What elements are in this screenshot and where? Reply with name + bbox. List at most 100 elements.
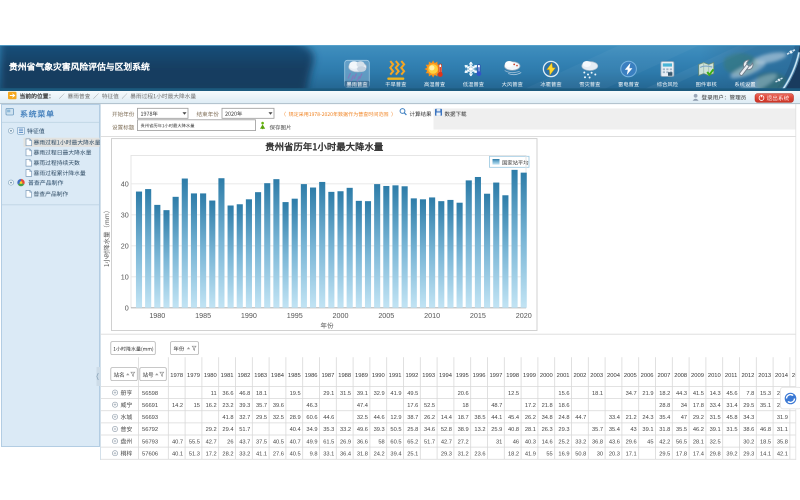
svg-text:34.7: 34.7 xyxy=(626,391,637,397)
svg-text:50.5: 50.5 xyxy=(390,427,401,433)
svg-text:2009: 2009 xyxy=(691,373,704,379)
svg-text:7.8: 7.8 xyxy=(746,391,754,397)
svg-text:16.2: 16.2 xyxy=(206,403,217,409)
svg-text:48.7: 48.7 xyxy=(491,403,502,409)
svg-text:42.7: 42.7 xyxy=(441,439,452,445)
svg-text:1986: 1986 xyxy=(305,373,318,379)
svg-text:45.8: 45.8 xyxy=(726,415,737,421)
svg-text:29.5: 29.5 xyxy=(659,451,670,457)
svg-text:14.2: 14.2 xyxy=(172,403,183,409)
svg-text:31.8: 31.8 xyxy=(357,451,368,457)
svg-text:40.8: 40.8 xyxy=(508,427,519,433)
svg-text:50.8: 50.8 xyxy=(575,451,586,457)
svg-text:2012: 2012 xyxy=(741,373,754,379)
svg-text:35.7: 35.7 xyxy=(592,427,603,433)
svg-text:33.2: 33.2 xyxy=(239,451,250,457)
svg-text:45: 45 xyxy=(647,439,653,445)
svg-text:1989: 1989 xyxy=(355,373,368,379)
svg-text:18.2: 18.2 xyxy=(508,451,519,457)
svg-text:19.5: 19.5 xyxy=(290,391,301,397)
svg-text:39.3: 39.3 xyxy=(239,403,250,409)
svg-text:36.6: 36.6 xyxy=(222,391,233,397)
svg-text:46.8: 46.8 xyxy=(760,427,771,433)
svg-text:38.6: 38.6 xyxy=(743,427,754,433)
svg-text:23.2: 23.2 xyxy=(222,403,233,409)
svg-text:41.1: 41.1 xyxy=(256,451,267,457)
svg-text:31.4: 31.4 xyxy=(726,403,737,409)
svg-text:30: 30 xyxy=(597,451,603,457)
svg-text:2006: 2006 xyxy=(641,373,654,379)
svg-text:25.9: 25.9 xyxy=(491,427,502,433)
svg-text:17.1: 17.1 xyxy=(626,451,637,457)
svg-text:51.7: 51.7 xyxy=(239,427,250,433)
svg-text:2010: 2010 xyxy=(424,311,440,320)
svg-text:44.1: 44.1 xyxy=(491,415,502,421)
svg-text:55: 55 xyxy=(546,451,552,457)
svg-text:17.2: 17.2 xyxy=(525,403,536,409)
svg-text:18.6: 18.6 xyxy=(558,403,569,409)
svg-text:41.5: 41.5 xyxy=(693,391,704,397)
svg-text:46.3: 46.3 xyxy=(306,403,317,409)
svg-text:41.8: 41.8 xyxy=(222,415,233,421)
svg-text:29.2: 29.2 xyxy=(206,427,217,433)
svg-text:31.9: 31.9 xyxy=(777,415,788,421)
svg-text:2003: 2003 xyxy=(590,373,603,379)
svg-text:2020: 2020 xyxy=(516,311,532,320)
svg-text:35.7: 35.7 xyxy=(256,403,267,409)
svg-text:39.1: 39.1 xyxy=(710,427,721,433)
svg-text:28.1: 28.1 xyxy=(525,427,536,433)
svg-text:21.2: 21.2 xyxy=(626,415,637,421)
svg-text:18.1: 18.1 xyxy=(256,391,267,397)
svg-text:43.7: 43.7 xyxy=(239,439,250,445)
svg-text:20: 20 xyxy=(121,241,129,250)
svg-text:27.2: 27.2 xyxy=(458,439,469,445)
svg-text:43: 43 xyxy=(630,427,636,433)
svg-text:2010: 2010 xyxy=(708,373,721,379)
svg-text:49.6: 49.6 xyxy=(357,427,368,433)
svg-text:20.6: 20.6 xyxy=(458,391,469,397)
svg-text:29.5: 29.5 xyxy=(743,403,754,409)
svg-text:32.5: 32.5 xyxy=(710,439,721,445)
svg-text:25.8: 25.8 xyxy=(407,427,418,433)
svg-text:1995: 1995 xyxy=(287,311,303,320)
svg-text:12.9: 12.9 xyxy=(390,415,401,421)
svg-text:29.3: 29.3 xyxy=(558,427,569,433)
svg-text:49.9: 49.9 xyxy=(306,439,317,445)
svg-text:33.4: 33.4 xyxy=(710,403,721,409)
svg-text:27.6: 27.6 xyxy=(273,451,284,457)
svg-text:56792: 56792 xyxy=(142,427,158,433)
svg-text:28.8: 28.8 xyxy=(659,403,670,409)
svg-text:52.8: 52.8 xyxy=(441,427,452,433)
svg-text:56.5: 56.5 xyxy=(676,439,687,445)
svg-text:56793: 56793 xyxy=(142,439,158,445)
svg-text:1995: 1995 xyxy=(456,373,469,379)
svg-text:1979: 1979 xyxy=(187,373,200,379)
svg-text:31.1: 31.1 xyxy=(777,427,788,433)
svg-text:35.4: 35.4 xyxy=(609,427,620,433)
svg-text:56691: 56691 xyxy=(142,403,158,409)
svg-text:47.4: 47.4 xyxy=(357,403,368,409)
svg-text:26.9: 26.9 xyxy=(340,439,351,445)
svg-text:28.1: 28.1 xyxy=(693,439,704,445)
svg-text:18.5: 18.5 xyxy=(760,439,771,445)
svg-text:32.5: 32.5 xyxy=(357,415,368,421)
svg-text:21.9: 21.9 xyxy=(642,391,653,397)
svg-text:18.2: 18.2 xyxy=(659,391,670,397)
svg-text:2011: 2011 xyxy=(725,373,737,379)
svg-text:29.1: 29.1 xyxy=(323,391,334,397)
svg-text:34.9: 34.9 xyxy=(306,427,317,433)
svg-text:28.2: 28.2 xyxy=(222,451,233,457)
svg-text:56693: 56693 xyxy=(142,415,158,421)
svg-text:1990: 1990 xyxy=(372,373,385,379)
svg-text:51.7: 51.7 xyxy=(424,439,435,445)
svg-text:2002: 2002 xyxy=(573,373,586,379)
svg-text:1987: 1987 xyxy=(321,373,334,379)
svg-text:31: 31 xyxy=(496,439,502,445)
svg-text:26.2: 26.2 xyxy=(525,415,536,421)
svg-text:11: 11 xyxy=(211,391,217,397)
svg-text:29.2: 29.2 xyxy=(693,415,704,421)
svg-text:32.7: 32.7 xyxy=(239,415,250,421)
svg-text:29.3: 29.3 xyxy=(743,451,754,457)
svg-text:30.2: 30.2 xyxy=(743,439,754,445)
svg-text:40.1: 40.1 xyxy=(172,451,183,457)
